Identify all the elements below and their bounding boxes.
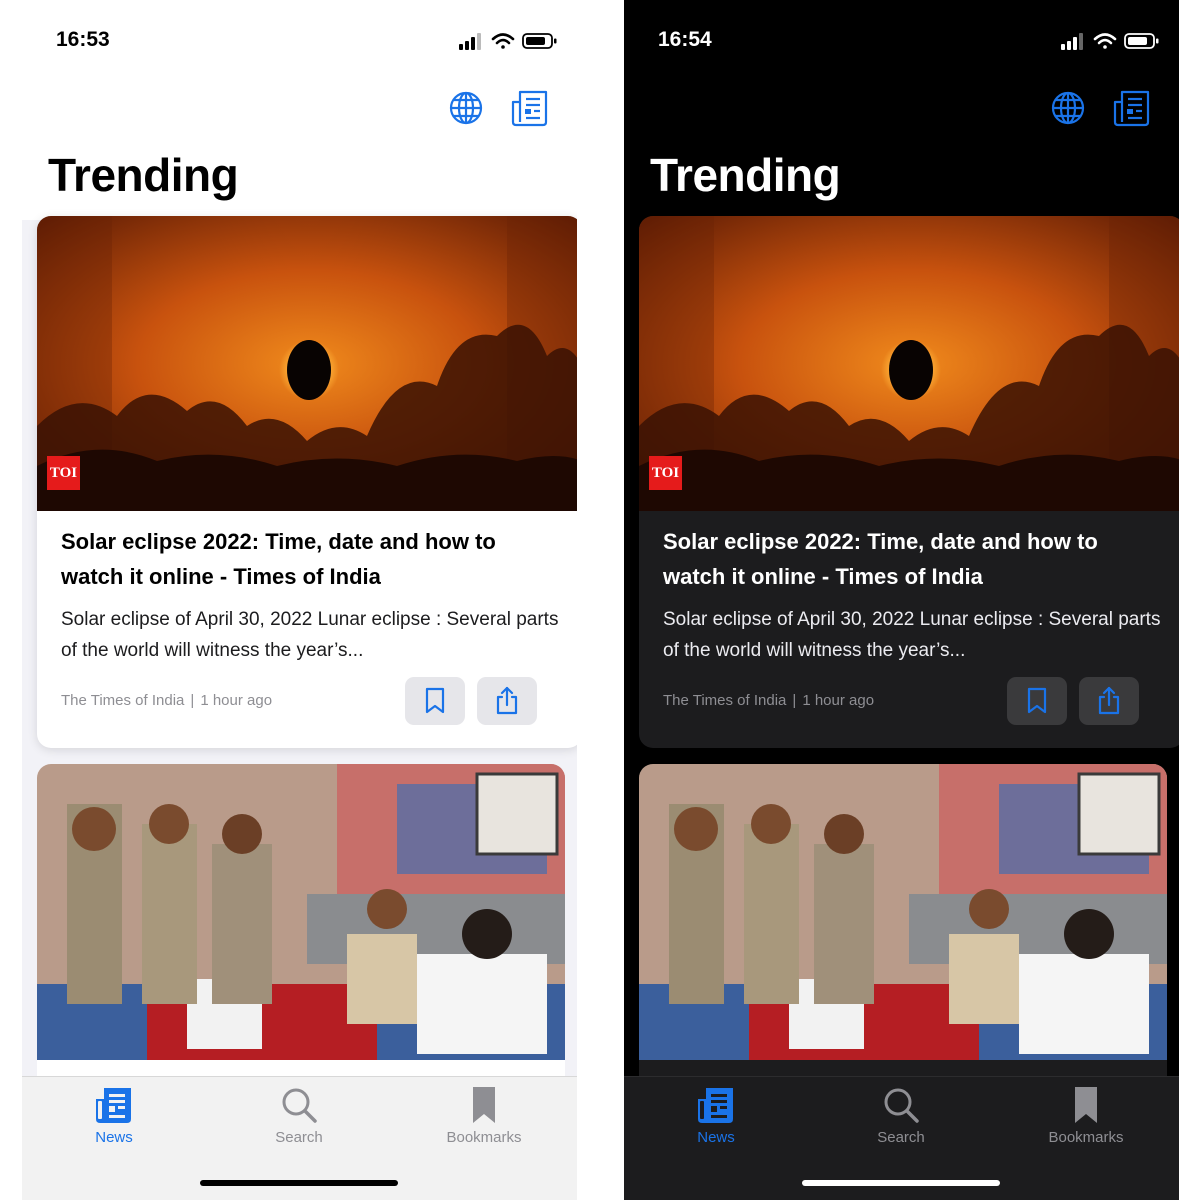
newspaper-icon bbox=[698, 1088, 733, 1123]
article-source: The Times of India bbox=[663, 692, 787, 709]
tab-bookmarks-label: Bookmarks bbox=[446, 1129, 522, 1146]
tab-search-label: Search bbox=[275, 1129, 323, 1146]
battery-icon bbox=[522, 33, 557, 49]
light-mode-screen: 16:53 Trending TOI Solar eclipse 2022: T… bbox=[22, 0, 577, 1200]
article-time: 1 hour ago bbox=[200, 692, 273, 709]
page-title: Trending bbox=[48, 149, 239, 201]
article-image bbox=[639, 216, 1179, 511]
newspaper-icon bbox=[96, 1088, 131, 1123]
bookmark-icon bbox=[425, 687, 445, 714]
share-icon bbox=[1098, 686, 1120, 715]
article-title[interactable]: Solar eclipse 2022: Time, date and how t… bbox=[61, 524, 561, 594]
tab-bookmarks-label: Bookmarks bbox=[1048, 1129, 1124, 1146]
system-status-icons bbox=[459, 33, 557, 50]
newspaper-icon bbox=[1113, 90, 1150, 127]
tab-search[interactable]: Search bbox=[831, 1085, 971, 1155]
share-icon bbox=[496, 686, 518, 715]
bookmark-button[interactable] bbox=[405, 677, 465, 725]
bookmark-button[interactable] bbox=[1007, 677, 1067, 725]
article-description: Solar eclipse of April 30, 2022 Lunar ec… bbox=[61, 609, 559, 661]
article-image bbox=[37, 216, 577, 511]
tab-news[interactable]: News bbox=[646, 1085, 786, 1155]
status-bar: 16:54 bbox=[624, 0, 1179, 80]
article-card-second[interactable] bbox=[37, 764, 565, 1094]
wifi-icon bbox=[1093, 33, 1117, 49]
language-globe-button[interactable] bbox=[1048, 88, 1088, 128]
article-image bbox=[639, 764, 1167, 1060]
magnifier-icon bbox=[884, 1088, 919, 1123]
article-card[interactable]: TOI Solar eclipse 2022: Time, date and h… bbox=[639, 216, 1179, 748]
status-time: 16:53 bbox=[56, 28, 110, 51]
wifi-icon bbox=[491, 33, 515, 49]
bookmark-icon bbox=[1027, 687, 1047, 714]
status-bar: 16:53 bbox=[22, 0, 577, 80]
globe-icon bbox=[449, 91, 483, 125]
status-time: 16:54 bbox=[658, 28, 712, 51]
signal-icon bbox=[1061, 33, 1083, 50]
sources-newspaper-button[interactable] bbox=[1112, 88, 1152, 128]
system-status-icons bbox=[1061, 33, 1159, 50]
article-image bbox=[37, 764, 565, 1060]
dark-mode-screen: 16:54 Trending TOI Solar eclipse 2022: T… bbox=[624, 0, 1179, 1200]
home-indicator bbox=[802, 1180, 1000, 1186]
signal-icon bbox=[459, 33, 481, 50]
tab-news-label: News bbox=[95, 1129, 133, 1146]
article-source: The Times of India bbox=[61, 692, 185, 709]
magnifier-icon bbox=[282, 1088, 317, 1123]
meta-separator: | bbox=[190, 692, 195, 709]
article-meta: The Times of India | 1 hour ago bbox=[61, 692, 272, 709]
tab-search-label: Search bbox=[877, 1129, 925, 1146]
share-button[interactable] bbox=[1079, 677, 1139, 725]
language-globe-button[interactable] bbox=[446, 88, 486, 128]
article-card-second[interactable] bbox=[639, 764, 1167, 1094]
article-title[interactable]: Solar eclipse 2022: Time, date and how t… bbox=[663, 524, 1163, 594]
newspaper-icon bbox=[511, 90, 548, 127]
share-button[interactable] bbox=[477, 677, 537, 725]
globe-icon bbox=[1051, 91, 1085, 125]
bookmark-icon bbox=[1075, 1087, 1097, 1123]
tab-news-label: News bbox=[697, 1129, 735, 1146]
sources-newspaper-button[interactable] bbox=[510, 88, 550, 128]
bookmark-icon bbox=[473, 1087, 495, 1123]
tab-bookmarks[interactable]: Bookmarks bbox=[1016, 1085, 1156, 1155]
article-description: Solar eclipse of April 30, 2022 Lunar ec… bbox=[663, 609, 1161, 661]
article-card[interactable]: TOI Solar eclipse 2022: Time, date and h… bbox=[37, 216, 577, 748]
battery-icon bbox=[1124, 33, 1159, 49]
tab-bookmarks[interactable]: Bookmarks bbox=[414, 1085, 554, 1155]
article-time: 1 hour ago bbox=[802, 692, 875, 709]
tab-search[interactable]: Search bbox=[229, 1085, 369, 1155]
article-meta: The Times of India | 1 hour ago bbox=[663, 692, 874, 709]
source-logo-badge: TOI bbox=[47, 456, 80, 490]
page-title: Trending bbox=[650, 149, 841, 201]
meta-separator: | bbox=[792, 692, 797, 709]
source-logo-badge: TOI bbox=[649, 456, 682, 490]
home-indicator bbox=[200, 1180, 398, 1186]
tab-news[interactable]: News bbox=[44, 1085, 184, 1155]
